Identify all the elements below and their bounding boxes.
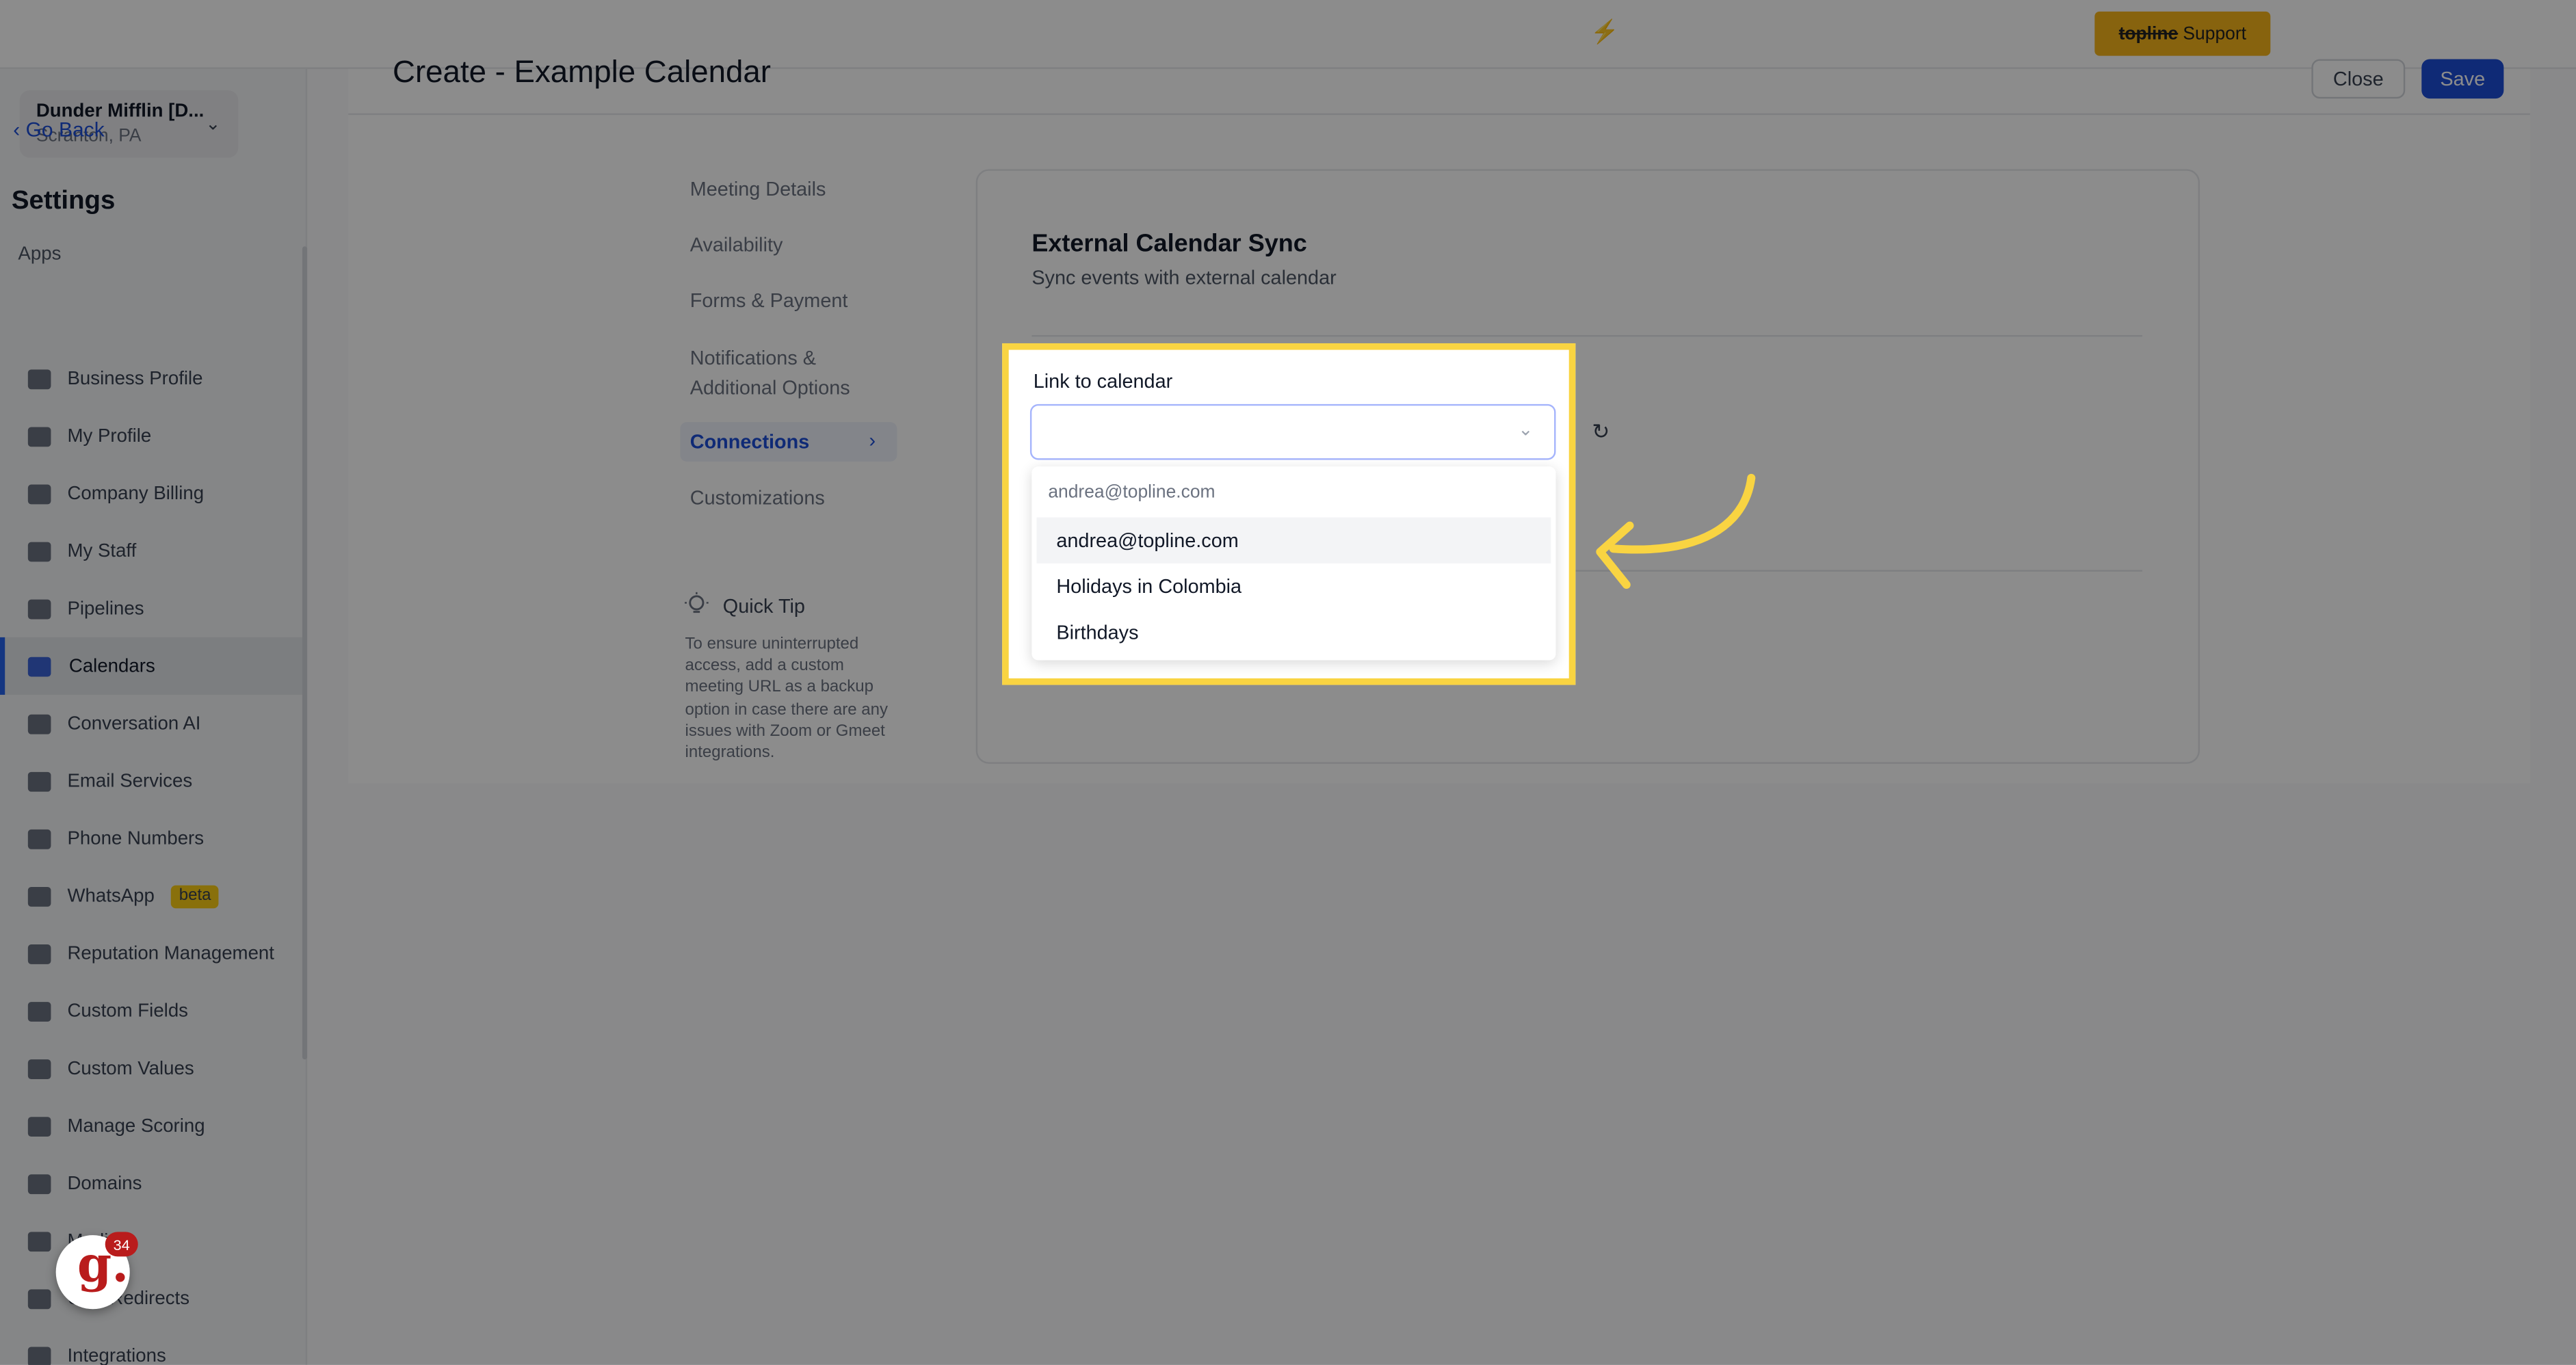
- annotation-arrow-icon: [1596, 473, 1756, 589]
- notification-count: 34: [105, 1232, 138, 1257]
- app-root: ⚡ topline Support Dunder Mifflin [D... S…: [0, 0, 2576, 1365]
